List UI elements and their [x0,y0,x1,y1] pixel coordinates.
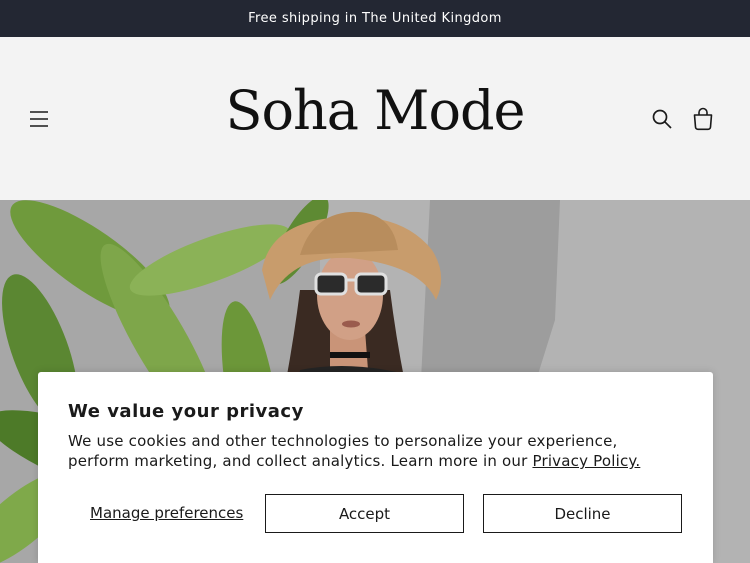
cart-icon[interactable] [691,106,715,132]
accept-button[interactable]: Accept [265,494,464,533]
cookie-body: We use cookies and other technologies to… [68,431,668,471]
cookie-title: We value your privacy [68,401,304,422]
site-logo[interactable]: Soha Mode [0,79,750,142]
site-header: Soha Mode [0,37,750,200]
manage-preferences-link[interactable]: Manage preferences [90,504,243,522]
decline-button[interactable]: Decline [483,494,682,533]
announcement-bar: Free shipping in The United Kingdom [0,0,750,37]
privacy-policy-link[interactable]: Privacy Policy. [532,452,640,470]
search-icon[interactable] [650,107,674,131]
announcement-text: Free shipping in The United Kingdom [248,11,502,26]
cookie-consent-dialog: We value your privacy We use cookies and… [38,372,713,563]
